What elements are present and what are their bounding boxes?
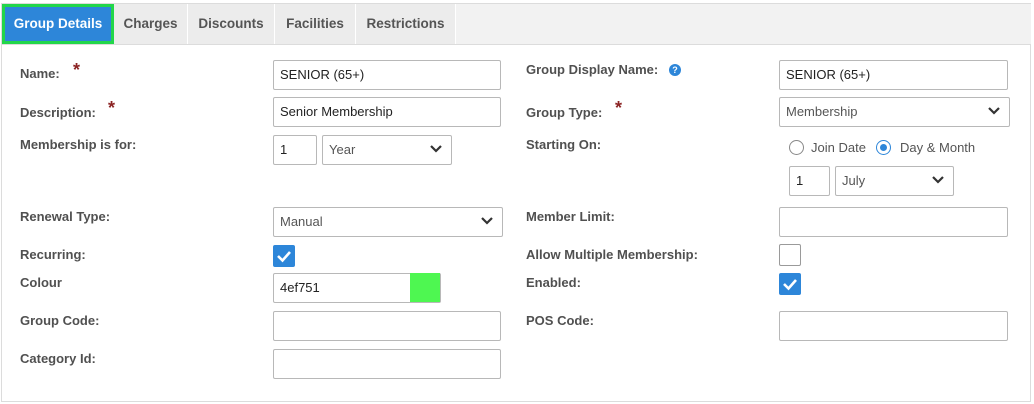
group-display-name-input[interactable]: SENIOR (65+) xyxy=(779,60,1008,90)
member-limit-input[interactable] xyxy=(779,207,1008,237)
group-code-label: Group Code: xyxy=(20,313,100,328)
tab-charges[interactable]: Charges xyxy=(114,4,188,44)
member-limit-label: Member Limit: xyxy=(526,209,615,224)
chevron-down-icon xyxy=(430,145,442,153)
colour-label: Colour xyxy=(20,275,62,290)
join-date-radio[interactable] xyxy=(789,140,804,155)
pos-code-label: POS Code: xyxy=(526,313,594,328)
tab-facilities[interactable]: Facilities xyxy=(275,4,356,44)
tab-discounts[interactable]: Discounts xyxy=(188,4,275,44)
day-month-radio-label[interactable]: Day & Month xyxy=(900,140,975,155)
category-id-label: Category Id: xyxy=(20,351,96,366)
membership-for-label: Membership is for: xyxy=(20,137,137,152)
chevron-down-icon xyxy=(481,217,493,225)
name-input[interactable]: SENIOR (65+) xyxy=(273,60,501,90)
renewal-type-label: Renewal Type: xyxy=(20,209,111,224)
description-label: Description: xyxy=(20,105,96,120)
renewal-type-value: Manual xyxy=(280,214,323,229)
enabled-checkbox[interactable] xyxy=(779,273,801,295)
day-month-radio[interactable] xyxy=(876,140,891,155)
group-display-name-label: Group Display Name: xyxy=(526,62,659,77)
checkmark-icon xyxy=(277,251,291,263)
description-input[interactable]: Senior Membership xyxy=(273,97,501,127)
checkmark-icon xyxy=(783,279,797,291)
description-required-marker: * xyxy=(108,98,116,118)
group-type-label: Group Type: xyxy=(526,105,603,120)
start-day-input[interactable]: 1 xyxy=(789,166,830,196)
chevron-down-icon xyxy=(932,176,944,184)
start-month-value: July xyxy=(842,173,866,188)
group-type-select[interactable]: Membership xyxy=(779,97,1010,127)
enabled-label: Enabled: xyxy=(526,275,581,290)
tab-group-details[interactable]: Group Details xyxy=(2,4,114,44)
help-icon[interactable]: ? xyxy=(669,64,681,76)
join-date-radio-label[interactable]: Join Date xyxy=(811,140,866,155)
tab-restrictions[interactable]: Restrictions xyxy=(356,4,456,44)
colour-swatch[interactable] xyxy=(410,273,440,302)
renewal-type-select[interactable]: Manual xyxy=(273,207,503,237)
recurring-label: Recurring: xyxy=(20,247,86,262)
group-type-required-marker: * xyxy=(615,98,623,118)
tab-bar: Group Details Charges Discounts Faciliti… xyxy=(2,4,1031,45)
colour-value: 4ef751 xyxy=(280,280,320,295)
membership-count-input[interactable]: 1 xyxy=(273,135,317,165)
group-type-value: Membership xyxy=(786,104,858,119)
pos-code-input[interactable] xyxy=(779,311,1008,341)
allow-multiple-checkbox[interactable] xyxy=(779,244,801,266)
category-id-input[interactable] xyxy=(273,349,501,379)
start-month-select[interactable]: July xyxy=(835,166,954,196)
membership-unit-value: Year xyxy=(329,142,356,157)
recurring-checkbox[interactable] xyxy=(273,245,295,267)
membership-unit-select[interactable]: Year xyxy=(322,135,452,165)
starting-on-label: Starting On: xyxy=(526,137,602,152)
allow-multiple-label: Allow Multiple Membership: xyxy=(526,247,698,262)
name-label: Name: xyxy=(20,66,60,81)
name-required-marker: * xyxy=(73,60,81,80)
group-code-input[interactable] xyxy=(273,311,501,341)
chevron-down-icon xyxy=(988,107,1000,115)
